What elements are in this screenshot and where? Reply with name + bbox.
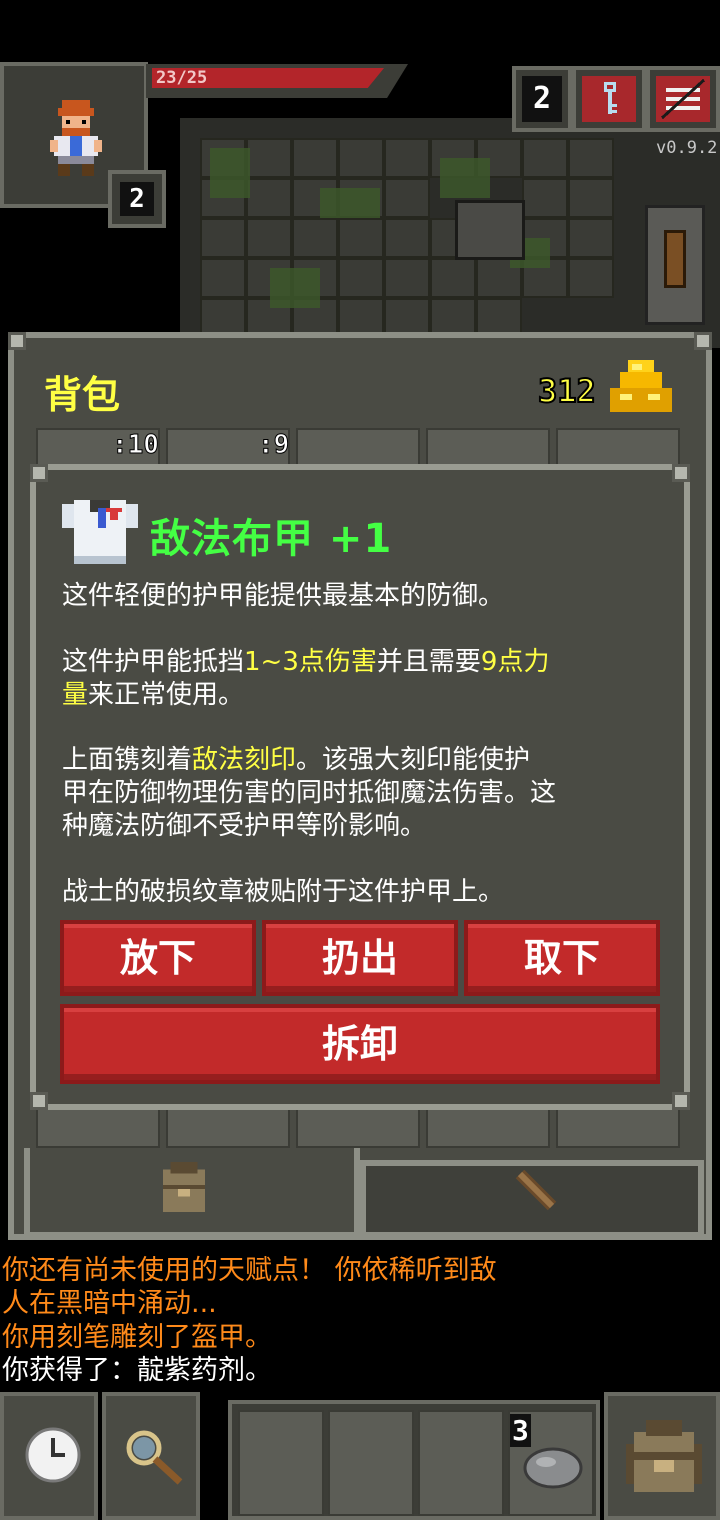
inventory-slot[interactable] [296,1108,420,1148]
journal-key-button[interactable] [572,66,646,132]
quickslot[interactable] [328,1410,414,1516]
key-icon [604,82,617,114]
dungeon-view[interactable] [180,118,720,348]
item-title: 敌法布甲 +1 [150,516,393,562]
hero-portrait-icon [50,100,102,176]
strength-highlight: 9点力 [480,647,550,677]
danger-indicator-button[interactable]: 2 [512,66,572,132]
inventory-slot[interactable] [426,428,550,468]
status-bar [0,0,720,58]
inventory-slot[interactable] [426,1108,550,1148]
gold-pile-icon [610,360,672,412]
quickslot[interactable] [238,1410,324,1516]
glyph-highlight: 敌法刻印 [192,745,297,775]
backpack-icon [162,1162,206,1213]
corner-decoration [30,1092,48,1110]
inventory-title: 背包 [44,373,121,417]
stone-icon [523,1447,583,1489]
quickslot-bar: 3 [228,1400,600,1520]
depth-value: 2 [120,182,154,216]
inventory-slot[interactable]: :9 [166,428,290,468]
backpack-button[interactable] [604,1392,720,1520]
inventory-slot-row [36,1108,684,1148]
door-tile [645,205,705,325]
inventory-slot[interactable] [556,428,680,468]
slot-count: :9 [257,430,290,461]
inventory-slot[interactable] [166,1108,290,1148]
menu-icon [660,78,706,120]
cloth-armor-icon [62,500,138,564]
stairs-tile [455,200,525,260]
hp-bar: 23/25 [146,64,408,98]
quickslot-count: 3 [510,1414,531,1447]
log-line: 人在黑暗中涌动... [2,1288,217,1319]
inventory-slot[interactable]: :10 [36,428,160,468]
damage-highlight: 1~3点伤害 [244,647,377,677]
inventory-slot[interactable] [36,1108,160,1148]
throw-button[interactable]: 扔出 [262,920,458,996]
quickslot[interactable] [418,1410,504,1516]
hp-text: 23/25 [156,68,208,88]
log-line: 你用刻笔雕刻了盔甲。 [2,1322,272,1353]
log-line: 你还有尚未使用的天赋点！ 你依稀听到敌 [2,1255,497,1286]
backpack-icon [626,1420,702,1492]
bag-tab-wands[interactable] [360,1160,704,1238]
bag-tab-main[interactable] [24,1148,360,1238]
drop-button[interactable]: 放下 [60,920,256,996]
menu-button[interactable] [646,66,720,132]
corner-decoration [672,464,690,482]
inventory-slot-row: :10 :9 [36,428,684,468]
gold-count: 312 [537,371,597,411]
detach-button[interactable]: 拆卸 [60,1004,660,1084]
inventory-slot[interactable] [556,1108,680,1148]
slot-count: :10 [112,430,160,461]
version-label: v0.9.2 [656,138,718,158]
unequip-button[interactable]: 取下 [464,920,660,996]
depth-indicator: 2 [108,170,166,228]
item-description-4: 战士的破损纹章被贴附于这件护甲上。 [62,877,505,907]
wand-holster-icon [515,1170,557,1211]
corner-decoration [8,332,26,350]
search-magnifier-icon [126,1430,183,1485]
item-description-1: 这件轻便的护甲能提供最基本的防御。 [62,581,505,611]
danger-count: 2 [522,76,562,122]
item-description-2: 这件护甲能抵挡1~3点伤害并且需要9点力 量来正常使用。 [62,647,550,710]
inventory-slot[interactable] [296,428,420,468]
item-description-3: 上面镌刻着敌法刻印。该强大刻印能使护 甲在防御物理伤害的同时抵御魔法伤害。这 种魔法… [62,745,557,841]
log-line: 你获得了：靛紫药剂。 [2,1355,272,1386]
corner-decoration [30,464,48,482]
corner-decoration [694,332,712,350]
wait-button[interactable] [0,1392,98,1520]
search-button[interactable] [102,1392,200,1520]
corner-decoration [672,1092,690,1110]
quickslot[interactable]: 3 [508,1410,594,1516]
wait-clock-icon [25,1427,81,1483]
